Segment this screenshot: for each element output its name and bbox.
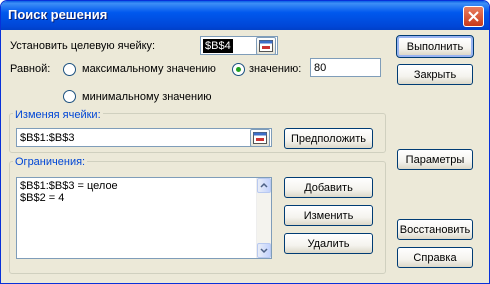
guess-button[interactable]: Предположить — [284, 128, 373, 149]
changing-cells-field[interactable]: $B$1:$B$3 — [16, 128, 272, 147]
radio-max[interactable] — [63, 63, 76, 76]
radio-max-label: максимальному значению — [82, 63, 216, 75]
close-icon — [468, 11, 479, 22]
close-button[interactable]: Закрыть — [397, 64, 473, 85]
constraint-item[interactable]: $B$2 = 4 — [17, 192, 271, 204]
constraints-label: Ограничения: — [13, 156, 88, 168]
scroll-down-button[interactable] — [257, 243, 271, 258]
equal-to-label: Равной: — [10, 63, 51, 75]
arrow-down-icon — [260, 248, 268, 254]
window-title: Поиск решения — [8, 7, 108, 22]
changing-cells-value: $B$1:$B$3 — [20, 132, 75, 144]
changing-collapse-button[interactable] — [250, 129, 270, 147]
target-collapse-button[interactable] — [256, 37, 276, 55]
scroll-up-button[interactable] — [257, 178, 271, 193]
arrow-up-icon — [260, 182, 268, 188]
solver-dialog: Поиск решения Установить целевую ячейку:… — [0, 0, 490, 284]
value-of-field[interactable]: 80 — [310, 58, 381, 77]
add-constraint-button[interactable]: Добавить — [284, 177, 373, 198]
delete-constraint-button[interactable]: Удалить — [284, 233, 373, 254]
help-button[interactable]: Справка — [397, 247, 473, 268]
target-cell-label: Установить целевую ячейку: — [10, 40, 156, 52]
radio-selected-dot — [236, 67, 241, 72]
reset-all-button[interactable]: Восстановить — [397, 219, 473, 240]
constraint-item[interactable]: $B$1:$B$3 = целое — [17, 180, 271, 192]
range-select-icon — [253, 132, 267, 144]
title-bar[interactable]: Поиск решения — [1, 1, 489, 30]
radio-value-of[interactable] — [232, 63, 245, 76]
changing-cells-label: Изменяя ячейки: — [13, 109, 103, 121]
options-button[interactable]: Параметры — [397, 149, 473, 170]
solve-button[interactable]: Выполнить — [396, 35, 474, 58]
radio-min[interactable] — [63, 90, 76, 103]
constraints-list[interactable]: $B$1:$B$3 = целое $B$2 = 4 — [16, 177, 272, 259]
close-window-button[interactable] — [463, 6, 484, 27]
target-cell-value: $B$4 — [203, 39, 233, 53]
constraints-scrollbar[interactable] — [256, 178, 271, 258]
range-select-icon — [259, 40, 273, 52]
radio-value-label: значению: — [249, 63, 302, 75]
radio-min-label: минимальному значению — [82, 91, 212, 103]
change-constraint-button[interactable]: Изменить — [284, 205, 373, 226]
target-cell-field[interactable]: $B$4 — [200, 36, 278, 55]
